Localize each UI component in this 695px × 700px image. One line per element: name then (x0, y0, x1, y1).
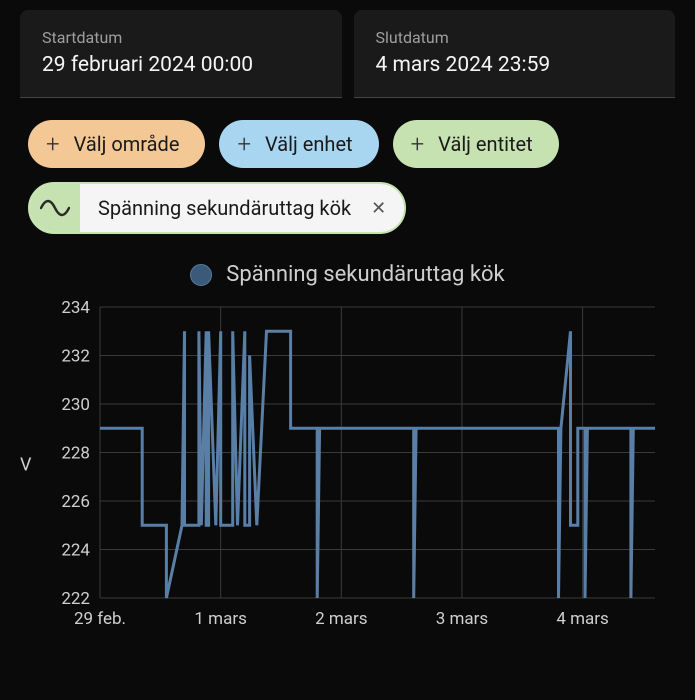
choose-area-label: Välj område (74, 132, 180, 156)
history-chart: 222 224 226 228 230 232 234 29 feb. 1 mars 2 mars… (20, 299, 675, 634)
svg-text:234: 234 (61, 299, 90, 318)
y-axis-unit: V (20, 454, 31, 475)
start-date-value: 29 februari 2024 00:00 (42, 53, 320, 77)
svg-text:1 mars: 1 mars (194, 609, 246, 629)
end-date-picker[interactable]: Slutdatum 4 mars 2024 23:59 (354, 10, 676, 98)
svg-text:29 feb.: 29 feb. (74, 609, 126, 629)
plus-icon: + (46, 132, 60, 156)
chart-legend: Spänning sekundäruttag kök (0, 262, 695, 287)
choose-device-label: Välj enhet (265, 132, 353, 156)
choose-device-button[interactable]: + Välj enhet (219, 120, 378, 168)
selected-entity-label: Spänning sekundäruttag kök (80, 196, 365, 220)
legend-label: Spänning sekundäruttag kök (226, 262, 504, 287)
svg-text:4 mars: 4 mars (556, 609, 608, 629)
end-date-label: Slutdatum (376, 28, 654, 47)
svg-text:228: 228 (61, 444, 90, 464)
choose-area-button[interactable]: + Välj område (28, 120, 205, 168)
legend-dot-icon (190, 264, 212, 286)
svg-text:232: 232 (61, 347, 90, 367)
voltage-icon (30, 184, 80, 232)
remove-entity-button[interactable]: ✕ (365, 198, 404, 219)
svg-text:224: 224 (61, 541, 90, 561)
svg-text:3 mars: 3 mars (436, 609, 488, 629)
svg-text:222: 222 (61, 589, 90, 609)
choose-entity-button[interactable]: + Välj entitet (393, 120, 559, 168)
selected-entity-chip[interactable]: Spänning sekundäruttag kök ✕ (28, 182, 406, 234)
svg-text:2 mars: 2 mars (315, 609, 367, 629)
svg-text:226: 226 (61, 492, 90, 512)
plus-icon: + (411, 132, 425, 156)
end-date-value: 4 mars 2024 23:59 (376, 53, 654, 77)
start-date-picker[interactable]: Startdatum 29 februari 2024 00:00 (20, 10, 342, 98)
choose-entity-label: Välj entitet (438, 132, 533, 156)
plus-icon: + (237, 132, 251, 156)
svg-text:230: 230 (61, 395, 90, 415)
start-date-label: Startdatum (42, 28, 320, 47)
